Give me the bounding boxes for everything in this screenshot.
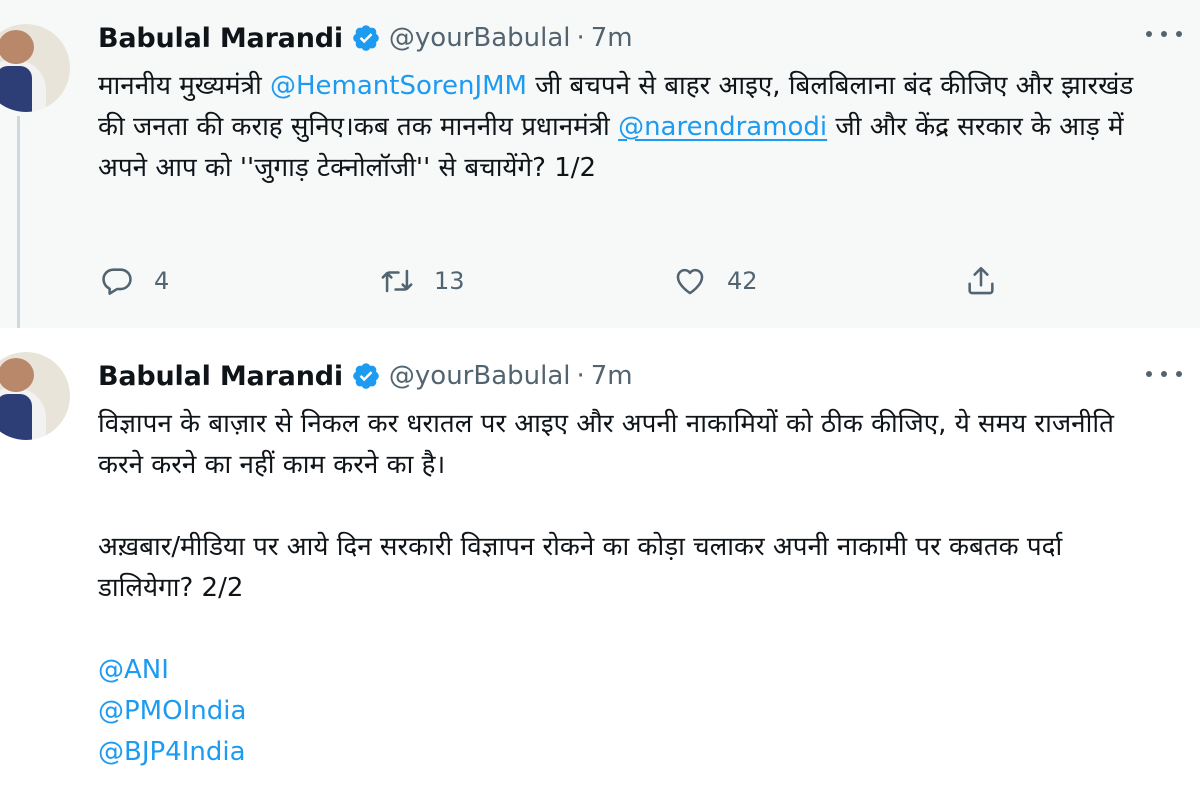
author-avatar[interactable] xyxy=(0,352,70,440)
retweet-icon xyxy=(381,269,413,293)
more-dots-icon[interactable] xyxy=(1146,364,1182,384)
verified-badge-icon xyxy=(353,363,379,389)
retweet-count: 13 xyxy=(434,267,465,295)
tweet-header: Babulal Marandi @yourBabulal · 7m xyxy=(98,18,633,58)
like-icon xyxy=(676,268,704,295)
reply-button[interactable]: 4 xyxy=(100,258,169,304)
header-separator: · xyxy=(576,361,585,391)
share-button[interactable] xyxy=(964,258,998,304)
mention-link[interactable]: @BJP4India xyxy=(98,732,1158,773)
reply-icon xyxy=(102,268,132,295)
tweet-1[interactable]: Babulal Marandi @yourBabulal · 7m माननीय… xyxy=(0,0,1200,328)
author-name[interactable]: Babulal Marandi xyxy=(98,361,343,392)
verified-badge-icon xyxy=(353,25,379,51)
author-handle[interactable]: @yourBabulal xyxy=(389,361,571,391)
author-avatar[interactable] xyxy=(0,24,70,112)
mention-link[interactable]: @ANI xyxy=(98,650,1158,691)
tweet-text: विज्ञापन के बाज़ार से निकल कर धरातल पर आ… xyxy=(98,404,1158,773)
tweet-header: Babulal Marandi @yourBabulal · 7m xyxy=(98,356,633,396)
author-handle[interactable]: @yourBabulal xyxy=(389,23,571,53)
tweet-paragraph: अख़बार/मीडिया पर आये दिन सरकारी विज्ञापन… xyxy=(98,532,1063,603)
mention-link[interactable]: @PMOIndia xyxy=(98,691,1158,732)
tweet-text: माननीय मुख्यमंत्री @HemantSorenJMM जी बच… xyxy=(98,66,1158,189)
share-icon xyxy=(968,266,994,295)
like-count: 42 xyxy=(727,267,758,295)
tweet-timestamp[interactable]: 7m xyxy=(591,23,633,53)
thread-connector-line xyxy=(17,116,20,328)
tweet-text-part: माननीय मुख्यमंत्री xyxy=(98,71,270,101)
header-separator: · xyxy=(576,23,585,53)
reply-count: 4 xyxy=(154,267,170,295)
retweet-button[interactable]: 13 xyxy=(380,258,465,304)
mention-link[interactable]: @narendramodi xyxy=(618,112,827,142)
like-button[interactable]: 42 xyxy=(673,258,758,304)
mention-link[interactable]: @HemantSorenJMM xyxy=(270,71,527,101)
more-dots-icon[interactable] xyxy=(1146,24,1182,44)
tweet-timestamp[interactable]: 7m xyxy=(591,361,633,391)
tweet-2[interactable]: Babulal Marandi @yourBabulal · 7m विज्ञा… xyxy=(0,328,1200,800)
author-name[interactable]: Babulal Marandi xyxy=(98,23,343,54)
tweet-paragraph: विज्ञापन के बाज़ार से निकल कर धरातल पर आ… xyxy=(98,409,1114,480)
